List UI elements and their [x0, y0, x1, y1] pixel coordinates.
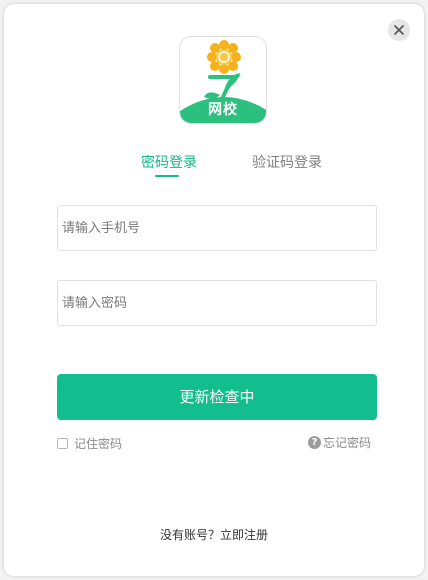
remember-label: 记住密码: [74, 437, 123, 451]
remember-checkbox[interactable]: [57, 438, 68, 449]
app-logo: 网校: [179, 36, 267, 124]
active-tab-indicator: [155, 175, 179, 177]
tab-password-login[interactable]: 密码登录: [141, 152, 197, 172]
forgot-label: 忘记密码: [323, 436, 372, 450]
register-link[interactable]: 没有账号？立即注册: [0, 526, 428, 543]
password-field-container: [57, 280, 377, 326]
close-button[interactable]: [388, 19, 410, 41]
forgot-password-link[interactable]: ? 忘记密码: [308, 434, 371, 451]
question-icon: ?: [308, 436, 321, 449]
phone-field-container: [57, 205, 377, 251]
login-button[interactable]: 更新检查中: [57, 374, 377, 420]
close-icon: [393, 24, 405, 36]
phone-input[interactable]: [58, 206, 376, 250]
remember-password[interactable]: 记住密码: [57, 435, 123, 451]
password-input[interactable]: [58, 281, 376, 325]
tab-code-login[interactable]: 验证码登录: [252, 152, 322, 172]
logo-text: 网校: [208, 102, 238, 118]
